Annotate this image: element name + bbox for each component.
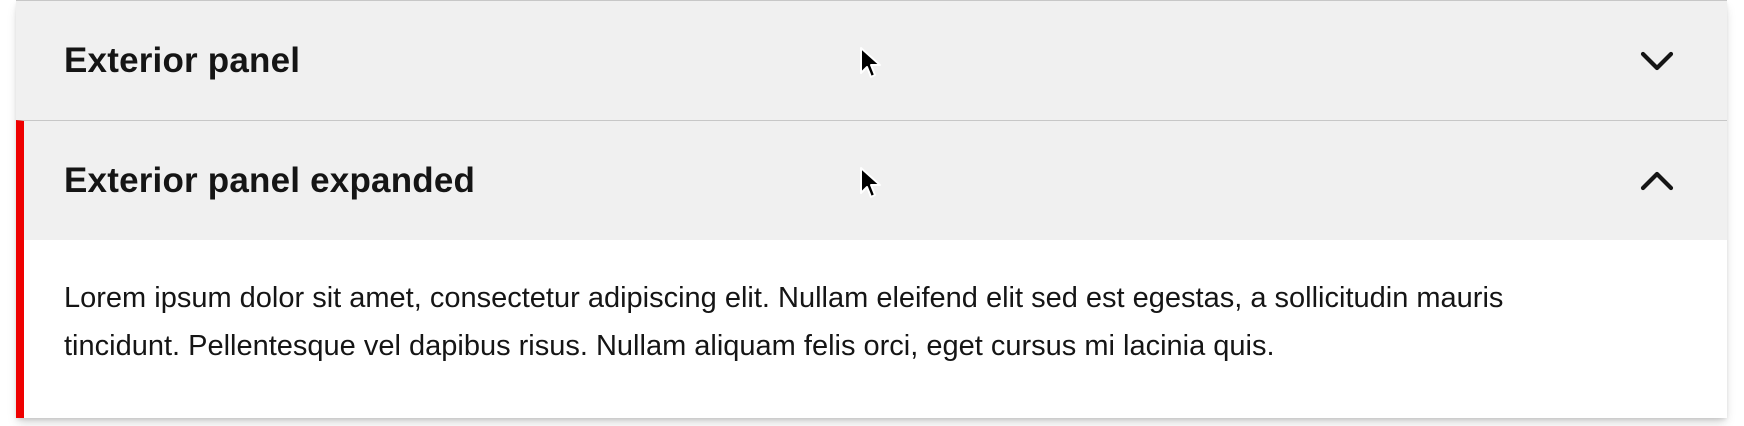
panel-title: Exterior panel expanded — [64, 160, 476, 200]
accordion-toggle-exterior-panel-expanded[interactable]: Exterior panel expanded — [24, 121, 1727, 240]
accordion-panel-exterior: Exterior panel — [16, 0, 1727, 120]
accordion-panel-exterior-expanded: Exterior panel expanded Lorem ipsum dolo… — [16, 120, 1727, 418]
chevron-down-icon[interactable] — [1639, 43, 1675, 79]
chevron-up-icon[interactable] — [1639, 163, 1675, 199]
panel-body-text: Lorem ipsum dolor sit amet, consectetur … — [24, 240, 1727, 418]
accordion-toggle-exterior-panel[interactable]: Exterior panel — [16, 1, 1727, 120]
panel-title: Exterior panel — [64, 40, 301, 80]
accordion: Exterior panel Exterior panel expanded L… — [16, 0, 1727, 418]
